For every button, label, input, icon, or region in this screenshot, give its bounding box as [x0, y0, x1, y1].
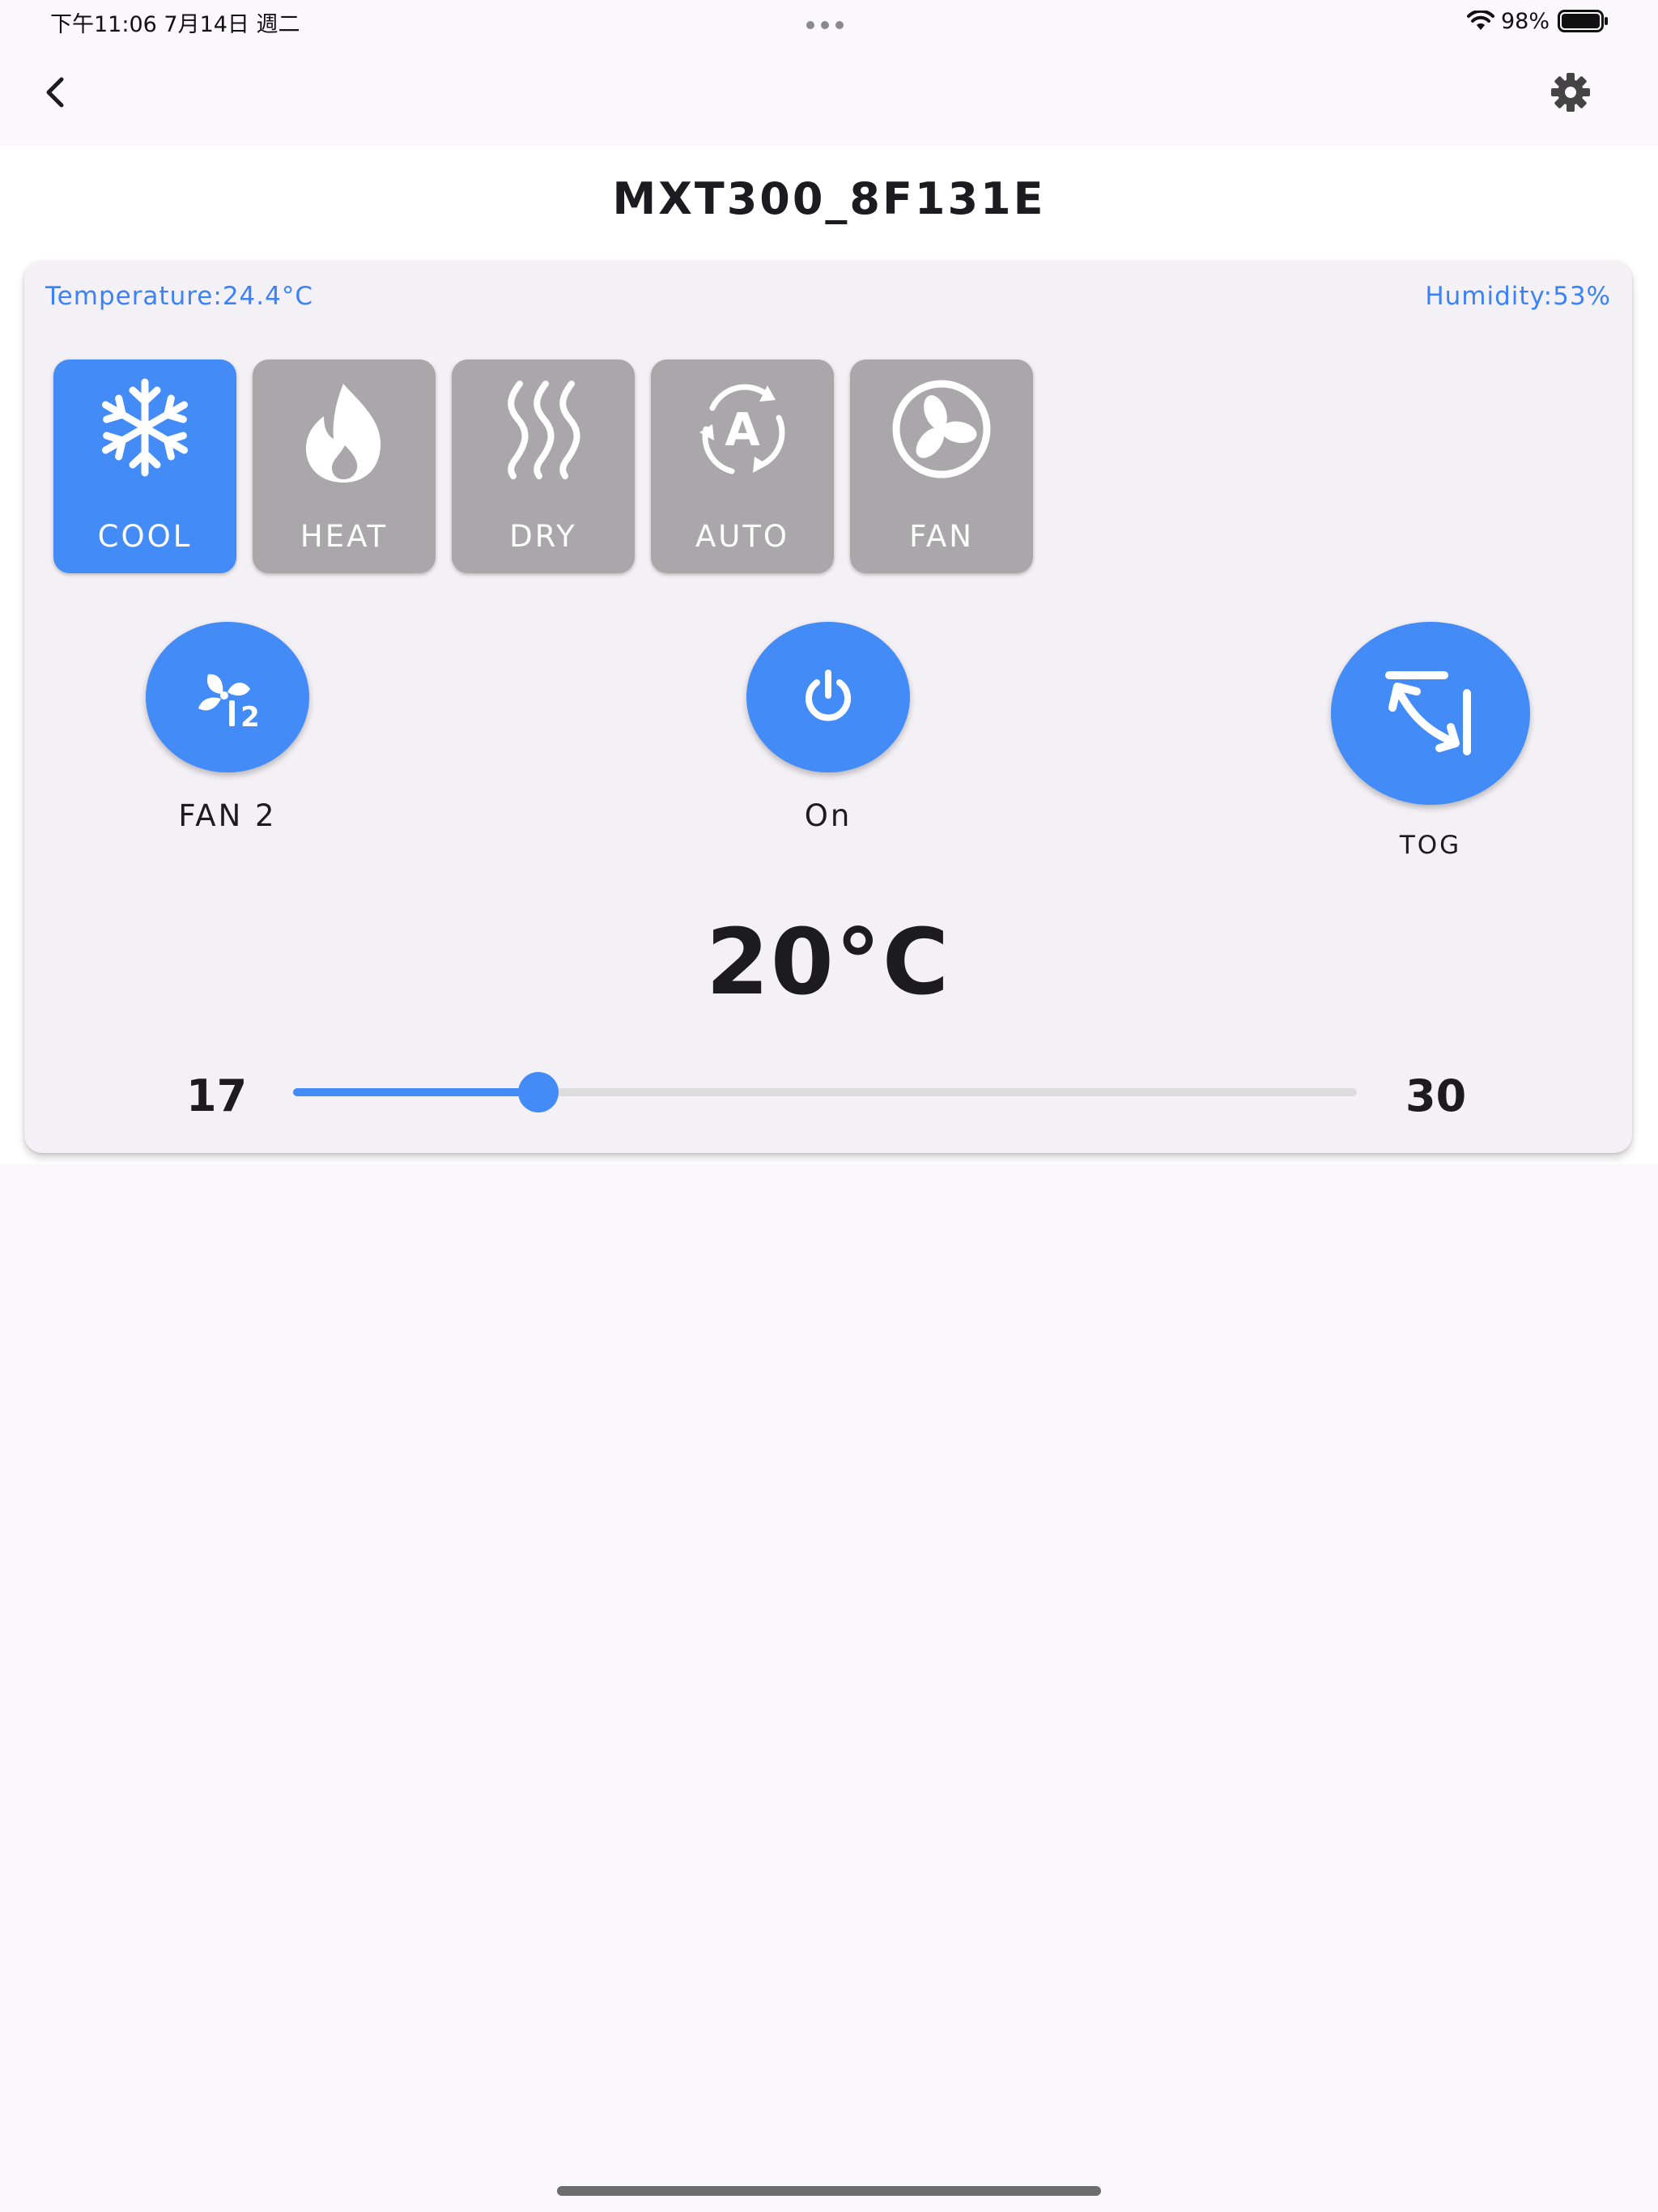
thermostat-screen: 下午11:06 7月14日 週二 98% MXT300_8F131E Tempe… — [0, 0, 1658, 2212]
power-button[interactable] — [746, 622, 910, 772]
mode-dry-label: DRY — [509, 519, 577, 554]
swing-label: TOG — [1399, 831, 1462, 860]
slider-fill — [293, 1088, 539, 1096]
settings-button[interactable] — [1546, 68, 1595, 117]
swing-toggle-button[interactable] — [1331, 622, 1530, 805]
status-indicators: 98% — [1466, 5, 1609, 37]
humidity-reading: Humidity:53% — [1425, 282, 1611, 311]
mode-auto-label: AUTO — [695, 519, 790, 554]
fan-speed-label: FAN 2 — [178, 798, 277, 833]
heat-waves-icon — [508, 381, 580, 479]
fan-speed-button[interactable]: 2 — [146, 622, 309, 772]
auto-cycle-icon: A — [699, 384, 785, 474]
svg-text:A: A — [725, 404, 760, 457]
temperature-slider[interactable] — [293, 1072, 1357, 1112]
wifi-icon — [1466, 11, 1494, 30]
gear-icon — [1551, 73, 1590, 112]
back-button[interactable] — [32, 68, 81, 117]
mode-selector: COOL HEAT DRY A AUTO FAN — [53, 359, 1049, 573]
page-title: MXT300_8F131E — [612, 173, 1046, 224]
power-icon — [806, 670, 851, 721]
fan-icon — [892, 380, 991, 479]
power-label: On — [804, 798, 852, 833]
status-bar: 下午11:06 7月14日 週二 98% — [0, 0, 1658, 44]
title-area: MXT300_8F131E — [0, 146, 1658, 259]
mode-heat-button[interactable]: HEAT — [253, 359, 436, 573]
swing-icon — [1385, 671, 1471, 755]
slider-min-label: 17 — [186, 1070, 248, 1121]
chevron-left-icon — [46, 77, 64, 108]
slider-max-label: 30 — [1405, 1070, 1467, 1121]
mode-fan-label: FAN — [909, 519, 974, 554]
snowflake-icon — [102, 378, 188, 477]
mode-auto-button[interactable]: A AUTO — [651, 359, 834, 573]
status-time: 下午11:06 7月14日 週二 — [50, 12, 300, 37]
temperature-reading: Temperature:24.4°C — [45, 282, 313, 311]
mode-cool-label: COOL — [97, 519, 193, 554]
battery-percent: 98% — [1500, 8, 1550, 34]
mode-heat-label: HEAT — [300, 519, 389, 554]
control-card: Temperature:24.4°C Humidity:53% COOL HEA… — [24, 261, 1632, 1153]
mode-dry-button[interactable]: DRY — [452, 359, 635, 573]
mode-fan-button[interactable]: FAN — [850, 359, 1033, 573]
mode-cool-button[interactable]: COOL — [53, 359, 236, 573]
battery-icon — [1558, 10, 1608, 32]
slider-thumb[interactable] — [518, 1072, 559, 1112]
navigation-bar — [0, 44, 1658, 146]
setpoint-temperature: 20°C — [705, 910, 951, 1015]
flame-icon — [306, 384, 381, 483]
multitasking-dots-icon[interactable] — [806, 17, 852, 29]
fan-speed-icon: 2 — [198, 674, 260, 734]
svg-text:2: 2 — [240, 701, 260, 734]
home-indicator[interactable] — [557, 2186, 1101, 2196]
